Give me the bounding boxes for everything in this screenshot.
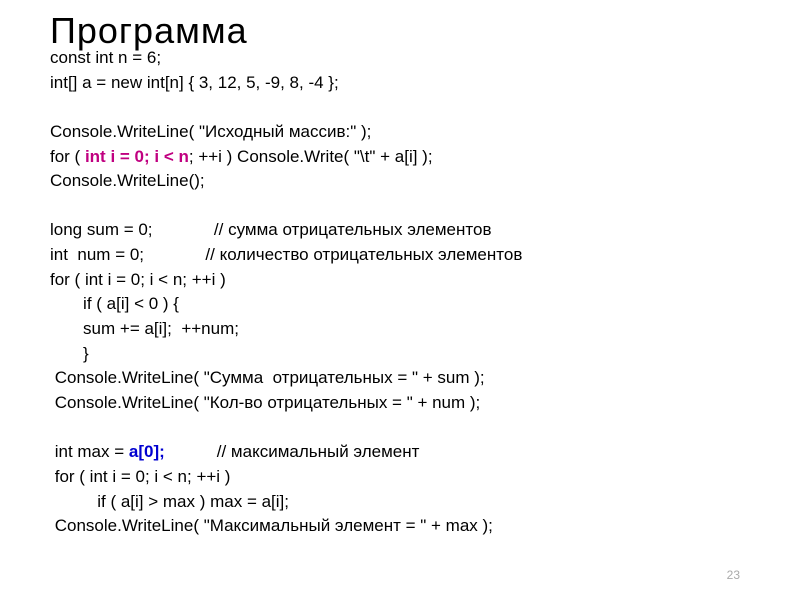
code-line: Console.WriteLine( "Исходный массив:" ); [50, 122, 371, 141]
code-line: for ( int i = 0; i < n; ++i ) [50, 270, 226, 289]
code-line: ; ++i ) Console.Write( "\t" + a[i] ); [189, 147, 433, 166]
code-line: // максимальный элемент [165, 442, 420, 461]
code-line: int[] a = new int[n] { 3, 12, 5, -9, 8, … [50, 73, 339, 92]
code-line: if ( a[i] < 0 ) { [50, 294, 179, 313]
code-line: for ( [50, 147, 85, 166]
code-line: Console.WriteLine( "Максимальный элемент… [50, 516, 493, 535]
code-line: for ( int i = 0; i < n; ++i ) [50, 467, 230, 486]
code-highlight: int i = 0; i < n [85, 147, 189, 166]
code-line: int num = 0; // количество отрицательных… [50, 245, 522, 264]
code-line: if ( a[i] > max ) max = a[i]; [50, 492, 289, 511]
code-line: const int n = 6; [50, 48, 161, 67]
code-line: Console.WriteLine(); [50, 171, 205, 190]
code-highlight: a[0]; [129, 442, 165, 461]
code-line: sum += a[i]; ++num; [50, 319, 239, 338]
code-line: Console.WriteLine( "Кол-во отрицательных… [50, 393, 480, 412]
code-line: Console.WriteLine( "Сумма отрицательных … [50, 368, 485, 387]
page-number: 23 [727, 568, 740, 582]
code-line: } [50, 344, 89, 363]
code-listing: const int n = 6; int[] a = new int[n] { … [50, 46, 750, 539]
code-line: long sum = 0; // сумма отрицательных эле… [50, 220, 491, 239]
code-line: int max = [50, 442, 129, 461]
